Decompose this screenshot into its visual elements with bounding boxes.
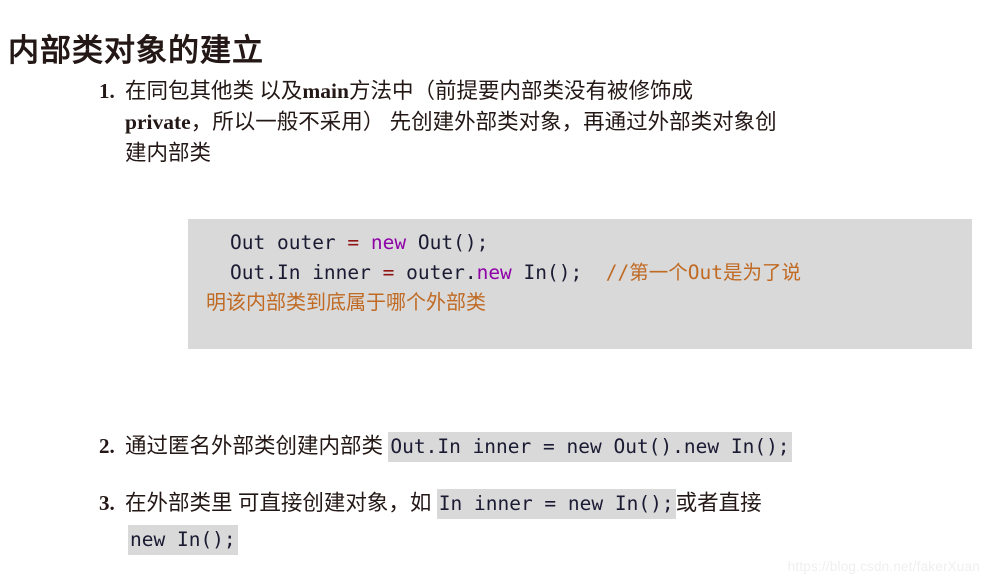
item-1-line-1-pre: 在同包其他类 以及 — [125, 79, 303, 103]
item-1-line-2-latin: private — [125, 110, 191, 134]
item-1-line-3: 建内部类 — [125, 138, 997, 169]
item-2-text: 通过匿名外部类创建内部类 — [125, 434, 389, 458]
code-line-1: Out outer = new Out(); — [188, 228, 972, 258]
code-2-call: In(); — [511, 261, 583, 284]
code-2-keyword: new — [476, 261, 512, 284]
list-item-3: 3. 在外部类里 可直接创建对象，如 In inner = new In();或… — [0, 488, 997, 555]
item-3-text-before: 在外部类里 可直接创建对象，如 — [125, 491, 437, 515]
code-2-var: inner — [312, 261, 383, 284]
code-2-comment: //第一个Out是为了说 — [582, 261, 801, 284]
item-1-line-2: private，所以一般不采用） 先创建外部类对象，再通过外部类对象创 — [125, 107, 997, 138]
page-title: 内部类对象的建立 — [8, 32, 264, 68]
code-1-call: Out(); — [417, 231, 489, 254]
list-marker-1: 1. — [99, 79, 115, 103]
code-2-operator: = — [382, 261, 407, 284]
code-1-var: outer — [276, 231, 348, 254]
item-3-inline-code: In inner = new In(); — [436, 489, 676, 519]
item-3-inline-code-2: new In(); — [128, 525, 238, 555]
item-1-line-1-latin: main — [302, 79, 349, 103]
code-1-operator: = — [347, 231, 371, 254]
list-item-1: 1. 在同包其他类 以及main方法中（前提要内部类没有被修饰成 private… — [0, 76, 997, 169]
code-line-3-comment: 明该内部类到底属于哪个外部类 — [206, 292, 486, 314]
list-item-2-body: 通过匿名外部类创建内部类 Out.In inner = new Out().ne… — [125, 431, 997, 462]
item-1-line-1-post: 方法中（前提要内部类没有被修饰成 — [348, 79, 693, 103]
list-item-2: 2. 通过匿名外部类创建内部类 Out.In inner = new Out()… — [0, 431, 997, 462]
list-item-3-body: 在外部类里 可直接创建对象，如 In inner = new In();或者直接… — [125, 488, 997, 555]
code-2-receiver: outer. — [406, 261, 477, 284]
list-item-1-body: 在同包其他类 以及main方法中（前提要内部类没有被修饰成 private，所以… — [125, 76, 997, 169]
list-marker-2: 2. — [99, 434, 115, 458]
code-1-type: Out — [230, 231, 277, 254]
list-marker-3: 3. — [99, 491, 115, 515]
item-1-line-3-pre: 建内部类 — [125, 141, 212, 165]
item-2-inline-code: Out.In inner = new Out().new In(); — [388, 432, 792, 462]
item-1-line-1: 在同包其他类 以及main方法中（前提要内部类没有被修饰成 — [125, 76, 997, 107]
code-line-2: Out.In inner = outer.new In(); //第一个Out是… — [188, 258, 972, 288]
watermark: https://blog.csdn.net/fakerXuan — [787, 559, 980, 574]
item-3-text-after: 或者直接 — [675, 491, 762, 515]
item-3-line-break — [125, 519, 997, 524]
code-2-type: Out.In — [230, 261, 313, 284]
code-1-keyword: new — [370, 231, 418, 254]
code-block: Out outer = new Out(); Out.In inner = ou… — [188, 219, 972, 349]
item-1-line-2-post: ，所以一般不采用） 先创建外部类对象，再通过外部类对象创 — [190, 110, 777, 134]
